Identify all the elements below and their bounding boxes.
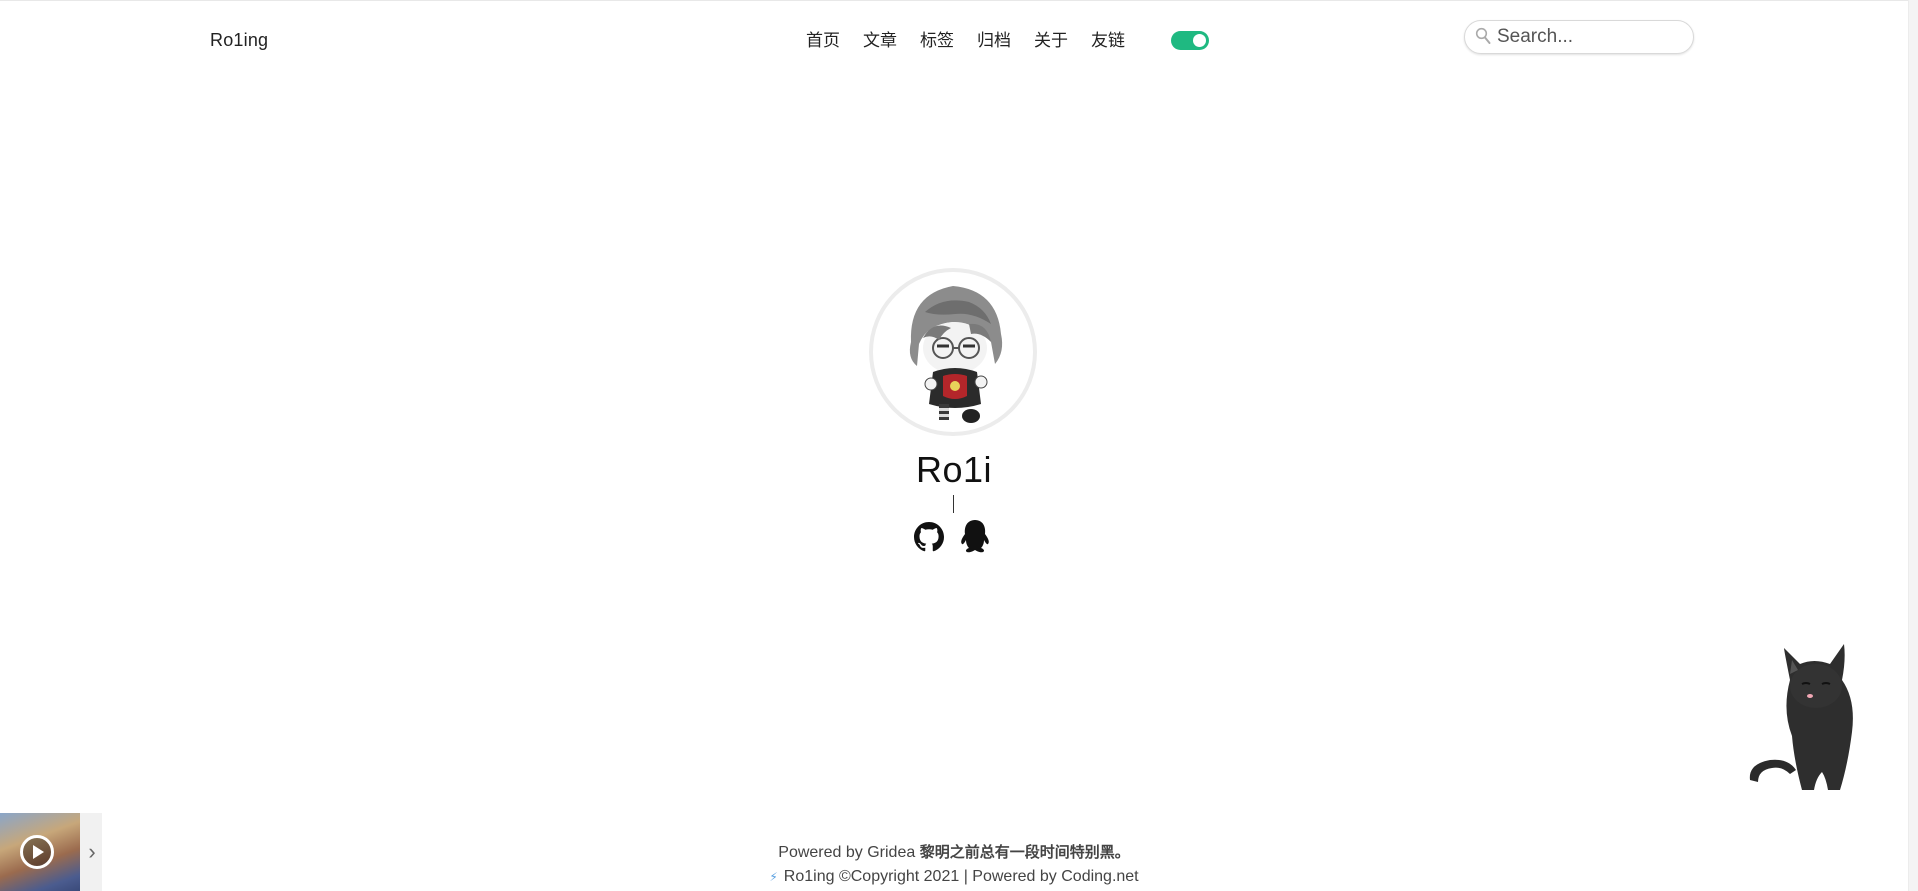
search-input[interactable] — [1497, 25, 1682, 49]
powered-by-text: Powered by Gridea — [778, 844, 916, 861]
footer-line-2: ⚡ Ro1ing ©Copyright 2021 | Powered by Co… — [769, 865, 1138, 889]
nav-item-about[interactable]: 关于 — [1034, 30, 1068, 52]
copyright-text: Ro1ing ©Copyright 2021 | Powered by Codi… — [783, 868, 1139, 885]
qq-icon — [961, 520, 989, 553]
nav-item-tags[interactable]: 标签 — [920, 30, 954, 52]
site-brand-link[interactable]: Ro1ing — [210, 30, 268, 51]
search-icon — [1475, 27, 1491, 44]
qq-link[interactable] — [958, 518, 992, 554]
profile-name: Ro1i — [915, 449, 993, 490]
nav-item-archive[interactable]: 归档 — [977, 30, 1011, 52]
cat-mascot — [1749, 644, 1853, 790]
github-link[interactable] — [912, 518, 946, 554]
site-motto: 黎明之前总有一段时间特别黑。 — [919, 843, 1130, 861]
avatar — [869, 268, 1037, 436]
footer-line-1: Powered by Gridea 黎明之前总有一段时间特别黑。 — [0, 840, 1908, 865]
nav-item-posts[interactable]: 文章 — [863, 30, 897, 52]
bolt-icon: ⚡ — [769, 870, 778, 884]
footer: Powered by Gridea 黎明之前总有一段时间特别黑。 ⚡ Ro1in… — [0, 840, 1908, 889]
search-box — [1464, 20, 1694, 54]
toggle-knob — [1193, 34, 1206, 47]
github-icon — [914, 522, 944, 552]
nav-item-home[interactable]: 首页 — [806, 30, 840, 52]
page-scrollbar[interactable] — [1908, 0, 1918, 891]
page: Ro1ing 首页 文章 标签 归档 关于 友链 Search... Ro1i … — [0, 0, 1918, 891]
typing-cursor — [953, 495, 954, 513]
top-divider — [0, 0, 1918, 1]
avatar-illustration — [909, 286, 1003, 423]
main-nav: 首页 文章 标签 归档 关于 友链 — [806, 30, 1148, 52]
nav-item-friends[interactable]: 友链 — [1091, 30, 1125, 52]
theme-toggle-switch[interactable] — [1171, 31, 1209, 50]
